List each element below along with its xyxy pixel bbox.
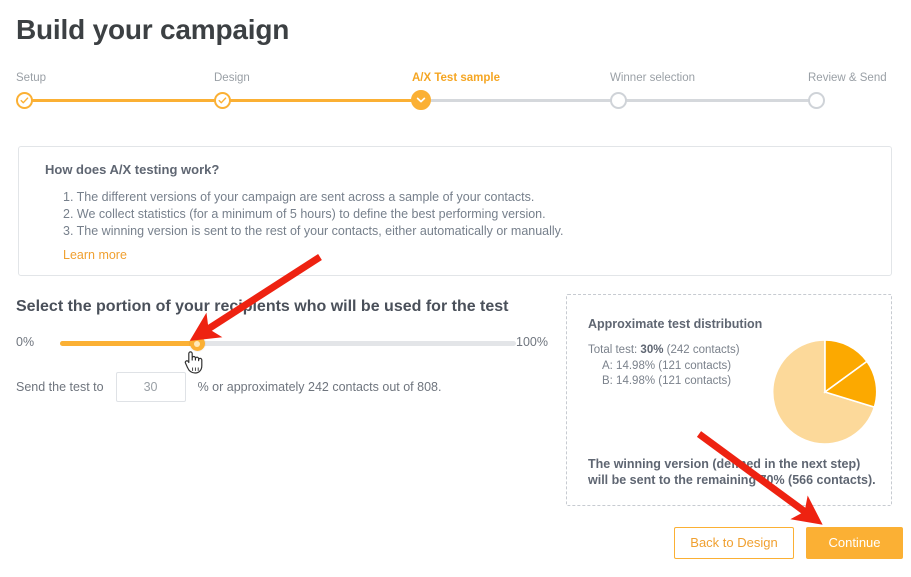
slider-thumb[interactable]: [189, 336, 205, 351]
continue-button[interactable]: Continue: [806, 527, 903, 559]
chevron-down-icon: [411, 90, 431, 110]
stepper-step-setup[interactable]: Setup: [16, 70, 176, 109]
how-ax-testing-works-box: How does A/X testing work? 1. The differ…: [18, 146, 892, 276]
distribution-total-prefix: Total test:: [588, 344, 641, 356]
stepper-step-setup-label: Setup: [16, 72, 47, 84]
portion-slider[interactable]: 0% 100%: [16, 332, 548, 356]
stepper-track-1: [24, 99, 224, 102]
slider-min-label: 0%: [16, 335, 35, 349]
distribution-variant-b: B: 14.98% (121 contacts): [602, 375, 732, 387]
send-test-row: Send the test to % or approximately 242 …: [16, 372, 441, 402]
list-item: 1. The different versions of your campai…: [63, 190, 535, 204]
stepper-step-ax-test-sample[interactable]: A/X Test sample: [411, 70, 572, 110]
distribution-total-line: Total test: 30% (242 contacts): [588, 343, 740, 359]
stepper-step-winner-selection-label: Winner selection: [610, 72, 696, 84]
slider-rail[interactable]: [60, 336, 516, 351]
distribution-pie-chart: [771, 339, 878, 445]
distribution-total-value: 30%: [640, 344, 664, 356]
winning-version-note: The winning version (defined in the next…: [588, 457, 876, 487]
info-box-title: How does A/X testing work?: [45, 162, 220, 177]
list-item: 3. The winning version is sent to the re…: [63, 224, 564, 238]
learn-more-link[interactable]: Learn more: [63, 248, 127, 262]
stepper-dot-empty: [610, 92, 627, 109]
stepper-dot-empty: [808, 92, 825, 109]
stepper-step-design-label: Design: [214, 72, 250, 84]
list-item: 2. We collect statistics (for a minimum …: [63, 207, 546, 221]
distribution-variant-a: A: 14.98% (121 contacts): [602, 359, 732, 372]
check-icon: [214, 92, 231, 109]
stepper-step-winner-selection[interactable]: Winner selection: [610, 70, 770, 109]
send-test-label: Send the test to: [16, 380, 104, 394]
distribution-title: Approximate test distribution: [588, 317, 763, 331]
stepper-track-2: [222, 99, 422, 102]
stepper-step-ax-test-sample-label: A/X Test sample: [412, 72, 500, 84]
distribution-lines: Total test: 30% (242 contacts) A: 14.98%…: [588, 343, 740, 390]
page-title: Build your campaign: [16, 14, 290, 45]
check-icon: [16, 92, 33, 109]
info-box-list: 1. The different versions of your campai…: [63, 189, 563, 240]
send-test-suffix: % or approximately 242 contacts out of 8…: [197, 380, 442, 394]
stepper-step-review-send-label: Review & Send: [808, 72, 887, 84]
back-to-design-button[interactable]: Back to Design: [674, 527, 794, 559]
slider-fill: [60, 341, 197, 346]
page-section-heading: Select the portion of your recipients wh…: [16, 298, 509, 315]
stepper-track-4: [618, 99, 818, 102]
slider-max-label: 100%: [516, 335, 548, 349]
stepper-track-3: [420, 99, 620, 102]
stepper: Setup Design A/X Test sample Winner sele…: [0, 70, 911, 116]
stepper-step-review-send[interactable]: Review & Send: [808, 70, 911, 109]
stepper-step-design[interactable]: Design: [214, 70, 374, 109]
distribution-total-suffix: (242 contacts): [663, 344, 740, 356]
percentage-input[interactable]: [115, 372, 186, 402]
approximate-test-distribution-panel: Approximate test distribution Total test…: [566, 294, 892, 506]
